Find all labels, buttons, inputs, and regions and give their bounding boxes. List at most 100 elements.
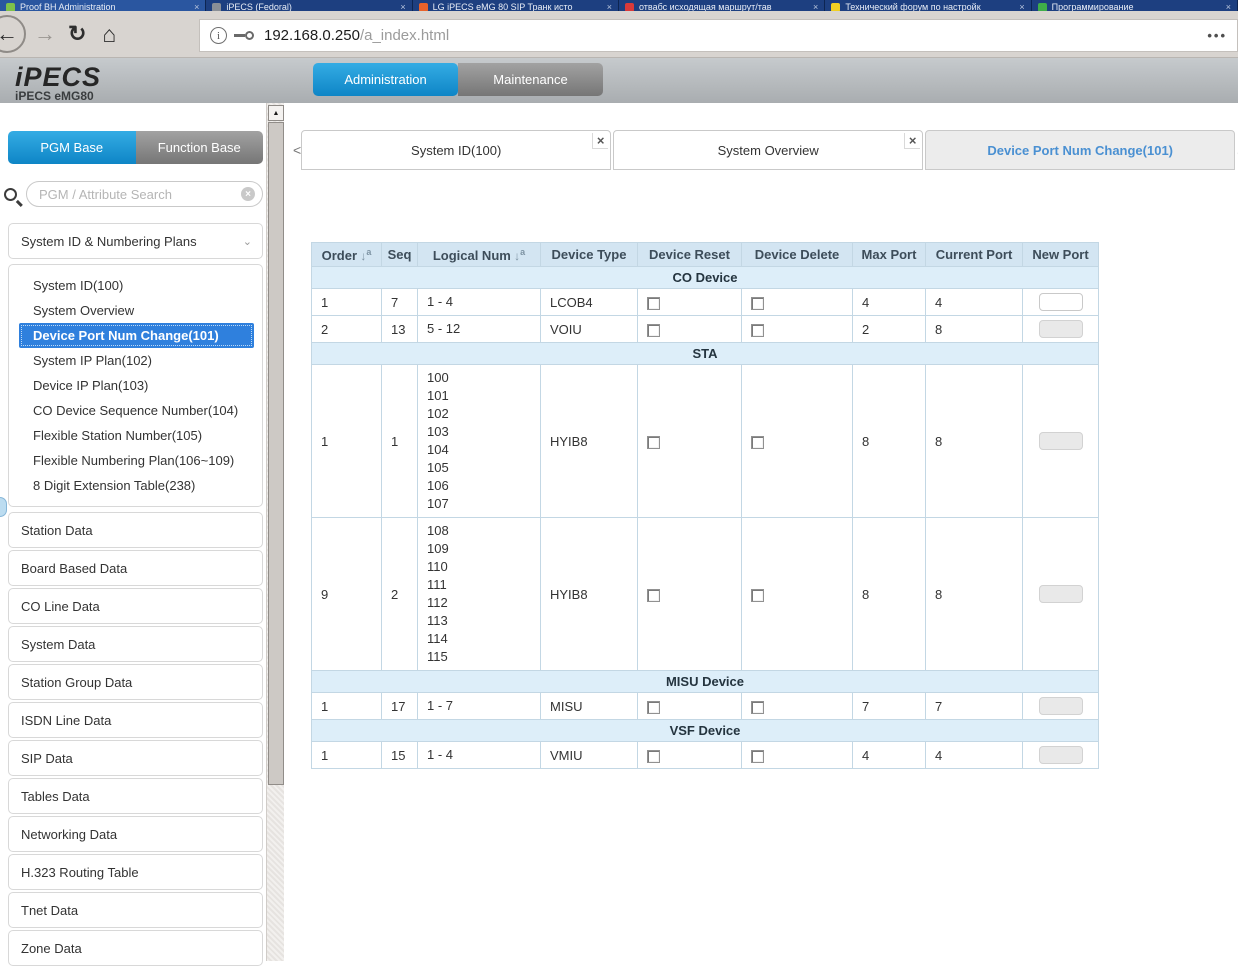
- sort-icon[interactable]: ↓a: [511, 249, 525, 263]
- forward-icon[interactable]: →: [34, 23, 56, 45]
- base-tab-pgm-base[interactable]: PGM Base: [8, 131, 136, 164]
- sidebar-item-system-overview[interactable]: System Overview: [19, 298, 254, 323]
- browser-tab-close-icon[interactable]: ×: [400, 2, 405, 11]
- sidebar-section-isdn-line-data[interactable]: ISDN Line Data: [8, 702, 263, 738]
- column-header-logical-num[interactable]: Logical Num ↓a: [418, 243, 541, 267]
- address-bar[interactable]: i 192.168.0.250 /a_index.html •••: [199, 19, 1238, 52]
- sidebar-section-system-data[interactable]: System Data: [8, 626, 263, 662]
- browser-tab-close-icon[interactable]: ×: [194, 2, 199, 11]
- sidebar-item-system-ip-plan-102-[interactable]: System IP Plan(102): [19, 348, 254, 373]
- search-input[interactable]: [26, 181, 263, 207]
- cell-order: 1: [312, 365, 382, 518]
- sidebar-section-station-group-data[interactable]: Station Group Data: [8, 664, 263, 700]
- section-label-co-device: CO Device: [312, 267, 1099, 289]
- scrollbar-thumb[interactable]: [268, 122, 284, 785]
- tab-scroll-left-icon[interactable]: <: [293, 130, 301, 170]
- sidebar-item-flexible-station-number-105-[interactable]: Flexible Station Number(105): [19, 423, 254, 448]
- browser-tab-favicon: [1038, 3, 1047, 11]
- browser-tab-0[interactable]: Proof BH Administration×: [0, 0, 206, 11]
- logical-num-line: 104: [427, 441, 536, 459]
- sort-icon[interactable]: ↓a: [357, 249, 371, 263]
- browser-tab-close-icon[interactable]: ×: [607, 2, 612, 11]
- browser-tab-2[interactable]: LG iPECS eMG 80 SIP Транк исто×: [413, 0, 619, 11]
- device-reset-checkbox[interactable]: [647, 324, 660, 337]
- reload-icon[interactable]: ↻: [68, 23, 86, 45]
- browser-tab-1[interactable]: iPECS (Fedoral)×: [206, 0, 412, 11]
- device-reset-checkbox[interactable]: [647, 297, 660, 310]
- column-header-order[interactable]: Order ↓a: [312, 243, 382, 267]
- accordion-system-id-numbering-plans[interactable]: System ID & Numbering Plans ⌄: [8, 223, 263, 259]
- content-tab-system-overview[interactable]: System Overview×: [613, 130, 923, 170]
- search-clear-icon[interactable]: ×: [241, 187, 255, 201]
- sidebar-section-co-line-data[interactable]: CO Line Data: [8, 588, 263, 624]
- table-section-row: CO Device: [312, 267, 1099, 289]
- column-header-device-type: Device Type: [541, 243, 638, 267]
- device-delete-checkbox[interactable]: [751, 297, 764, 310]
- sidebar-section-tnet-data[interactable]: Tnet Data: [8, 892, 263, 928]
- table-row: 92108109110111112113114115HYIB888: [312, 518, 1099, 671]
- logical-num-line: 101: [427, 387, 536, 405]
- base-tab-function-base[interactable]: Function Base: [136, 131, 264, 164]
- cell-logical-num: 1 - 4: [418, 289, 541, 316]
- scrollbar-up-icon[interactable]: ▲: [268, 105, 284, 121]
- sidebar-section-tables-data[interactable]: Tables Data: [8, 778, 263, 814]
- cell-device-type: HYIB8: [541, 365, 638, 518]
- sidebar-scrollbar[interactable]: ▲: [266, 103, 284, 961]
- mode-tab-maintenance[interactable]: Maintenance: [458, 63, 603, 96]
- sidebar-item-device-port-num-change-101-[interactable]: Device Port Num Change(101): [19, 323, 254, 348]
- new-port-input: [1039, 432, 1083, 450]
- site-info-icon[interactable]: i: [210, 27, 227, 44]
- mode-tab-administration[interactable]: Administration: [313, 63, 458, 96]
- browser-tab-4[interactable]: Технический форум по настройк×: [825, 0, 1031, 11]
- home-icon[interactable]: ⌂: [102, 23, 116, 46]
- sidebar-section-station-data[interactable]: Station Data: [8, 512, 263, 548]
- base-tabs: PGM BaseFunction Base: [8, 131, 263, 164]
- logical-num-line: 109: [427, 540, 536, 558]
- browser-tab-favicon: [625, 3, 634, 11]
- device-reset-checkbox[interactable]: [647, 701, 660, 714]
- column-header-device-delete: Device Delete: [742, 243, 853, 267]
- content-tab-device-port-num-change-101-[interactable]: Device Port Num Change(101): [925, 130, 1235, 170]
- content-tab-system-id-100-[interactable]: System ID(100)×: [301, 130, 611, 170]
- back-button[interactable]: ←: [0, 15, 26, 53]
- sidebar-item-system-id-100-[interactable]: System ID(100): [19, 273, 254, 298]
- browser-tab-close-icon[interactable]: ×: [1019, 2, 1024, 11]
- url-host: 192.168.0.250: [264, 27, 360, 44]
- cell-device-reset: [638, 316, 742, 343]
- cell-device-type: VOIU: [541, 316, 638, 343]
- sidebar-item-8-digit-extension-table-238-[interactable]: 8 Digit Extension Table(238): [19, 473, 254, 498]
- close-icon[interactable]: ×: [904, 133, 920, 149]
- sidebar-section-board-based-data[interactable]: Board Based Data: [8, 550, 263, 586]
- sidebar-section-networking-data[interactable]: Networking Data: [8, 816, 263, 852]
- browser-tab-5[interactable]: Программирование×: [1032, 0, 1238, 11]
- device-delete-checkbox[interactable]: [751, 324, 764, 337]
- sidebar-item-flexible-numbering-plan-106-109-[interactable]: Flexible Numbering Plan(106~109): [19, 448, 254, 473]
- device-reset-checkbox[interactable]: [647, 436, 660, 449]
- logical-num-line: 114: [427, 630, 536, 648]
- sidebar-item-co-device-sequence-number-104-[interactable]: CO Device Sequence Number(104): [19, 398, 254, 423]
- chevron-down-icon: ⌄: [243, 235, 252, 248]
- device-delete-checkbox[interactable]: [751, 750, 764, 763]
- browser-tab-close-icon[interactable]: ×: [1226, 2, 1231, 11]
- logical-num-line: 1 - 7: [427, 697, 536, 715]
- cell-seq: 13: [382, 316, 418, 343]
- browser-tab-3[interactable]: отвабс исходящая маршрут/тав×: [619, 0, 825, 11]
- new-port-input[interactable]: [1039, 293, 1083, 311]
- sidebar-section-h-323-routing-table[interactable]: H.323 Routing Table: [8, 854, 263, 890]
- cell-new-port: [1023, 365, 1099, 518]
- accordion-label: System ID & Numbering Plans: [21, 234, 197, 249]
- device-delete-checkbox[interactable]: [751, 436, 764, 449]
- device-reset-checkbox[interactable]: [647, 750, 660, 763]
- device-reset-checkbox[interactable]: [647, 589, 660, 602]
- sidebar-section-sip-data[interactable]: SIP Data: [8, 740, 263, 776]
- sidebar-item-device-ip-plan-103-[interactable]: Device IP Plan(103): [19, 373, 254, 398]
- browser-toolbar: ← → ↻ ⌂ i 192.168.0.250 /a_index.html ••…: [0, 11, 1238, 58]
- cell-device-reset: [638, 518, 742, 671]
- device-delete-checkbox[interactable]: [751, 589, 764, 602]
- page-actions-icon[interactable]: •••: [1207, 28, 1227, 43]
- close-icon[interactable]: ×: [592, 133, 608, 149]
- browser-tab-close-icon[interactable]: ×: [813, 2, 818, 11]
- logical-num-line: 102: [427, 405, 536, 423]
- device-delete-checkbox[interactable]: [751, 701, 764, 714]
- cell-new-port: [1023, 742, 1099, 769]
